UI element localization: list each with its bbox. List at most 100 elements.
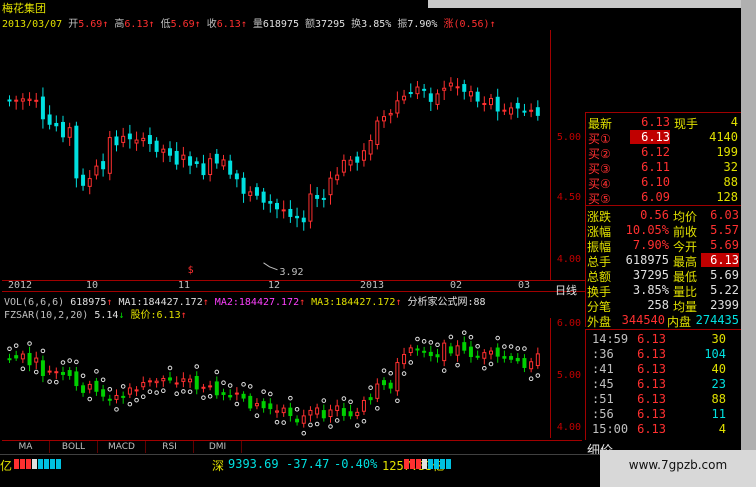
- stats-row: 分笔 258 均量 2399: [585, 298, 741, 314]
- tab-macd[interactable]: MACD: [98, 441, 146, 453]
- watermark: www.7gpzb.com: [600, 450, 756, 487]
- sar-candle-body: [315, 407, 320, 415]
- sar-candle-body: [181, 378, 186, 382]
- tab-boll[interactable]: BOLL: [50, 441, 98, 453]
- market-name: 深: [212, 459, 225, 473]
- sar-dot: [187, 389, 193, 395]
- sar-dot: [221, 380, 226, 385]
- candle-body: [308, 193, 313, 222]
- close-arrow: ↑: [240, 19, 247, 30]
- price-candlestick-chart[interactable]: $ 3.92: [2, 30, 551, 280]
- stat-value: 5.69: [710, 268, 739, 282]
- sar-candle-body: [81, 385, 86, 393]
- high-label: 高: [114, 19, 125, 30]
- sar-candle-body: [515, 357, 520, 362]
- bid-volume: 88: [723, 175, 738, 189]
- low-arrow: ↑: [194, 19, 201, 30]
- candle-body: [54, 122, 59, 127]
- trade-qty: 30: [711, 332, 726, 346]
- sar-dot: [134, 397, 139, 403]
- open-label: 开: [68, 19, 79, 30]
- sar-dot: [227, 383, 233, 388]
- sar-dot: [441, 368, 447, 373]
- inner-value: 274435: [695, 313, 739, 327]
- sar-dot: [247, 384, 253, 389]
- candle-body: [462, 84, 467, 92]
- candle-body: [161, 148, 166, 153]
- stat-value: 5.57: [710, 223, 739, 237]
- sar-candle-body: [234, 392, 239, 395]
- stat-value: 10.05%: [625, 223, 669, 237]
- trade-price: 6.13: [637, 407, 666, 421]
- sar-dot: [274, 419, 280, 425]
- sar-candle-body: [74, 371, 79, 387]
- candle-body: [455, 86, 460, 89]
- candle-body: [515, 102, 520, 109]
- candle-body: [214, 153, 219, 164]
- sar-candle-body: [40, 360, 45, 377]
- candle-body: [402, 95, 407, 101]
- sar-dot: [20, 366, 26, 372]
- sar-dot: [268, 391, 273, 397]
- sar-candle-body: [121, 395, 126, 398]
- sar-candle-body: [167, 377, 172, 381]
- tab-rsi[interactable]: RSI: [146, 441, 194, 453]
- sar-dot: [167, 365, 173, 371]
- change-label: 涨: [443, 19, 454, 30]
- bid-row-4: 买④ 6.10 88: [586, 175, 742, 191]
- inner-label: 内盘: [667, 315, 692, 329]
- stats-row: 振幅 7.90% 今开 5.69: [585, 238, 741, 254]
- sar-candle-body: [388, 382, 393, 389]
- sar-dot: [395, 398, 400, 404]
- candle-body: [27, 98, 32, 101]
- turnover-label: 换: [351, 19, 362, 30]
- sar-candle-body: [522, 358, 527, 368]
- sar-candle-body: [475, 355, 480, 358]
- sar-dot: [74, 359, 79, 365]
- sar-indicator-chart[interactable]: [2, 318, 551, 438]
- candle-body: [368, 140, 373, 155]
- title-gap: [428, 0, 756, 8]
- sar-dot: [361, 418, 367, 424]
- stat-value: 7.90%: [632, 238, 669, 252]
- sar-dot: [33, 369, 39, 375]
- period-selector[interactable]: 日线: [555, 282, 577, 298]
- date-axis-label: 11: [178, 280, 191, 291]
- date-axis: 2012 10 11 12 2013 02 03: [2, 280, 585, 292]
- candle-body: [408, 92, 413, 95]
- candle-body: [181, 154, 186, 160]
- sar-dot: [368, 385, 373, 390]
- sar-axis: 6.00 5.00 4.00: [551, 318, 585, 438]
- candle-body: [442, 87, 447, 91]
- sar-dot: [241, 382, 246, 387]
- candle-body: [448, 82, 453, 87]
- sar-candle-body: [228, 395, 233, 398]
- panel-divider: [585, 205, 741, 206]
- tab-ma[interactable]: MA: [2, 441, 50, 453]
- indicator-tabs: MA BOLL MACD RSI DMI: [2, 440, 582, 453]
- sar-dot: [54, 379, 59, 385]
- sar-dot: [214, 369, 220, 375]
- candle-body: [174, 150, 179, 165]
- stat-value: 6.13: [701, 253, 739, 267]
- candle-body: [60, 121, 65, 138]
- trade-time: :51: [592, 392, 614, 406]
- volume-label: 量: [252, 19, 263, 30]
- sar-candle-body: [248, 395, 253, 409]
- sar-candle-body: [529, 361, 534, 370]
- sar-candle-body: [268, 403, 273, 410]
- latest-row: 最新 6.13 现手 4: [586, 115, 742, 131]
- change-value: (0.56): [453, 19, 490, 30]
- candle-body: [194, 161, 199, 165]
- sar-candle-body: [174, 382, 179, 385]
- candle-body: [74, 125, 79, 179]
- sar-dot: [482, 365, 487, 371]
- candle-body: [87, 178, 92, 187]
- tab-dmi[interactable]: DMI: [194, 441, 242, 453]
- bid-price: 6.12: [641, 145, 670, 159]
- bid-price: 6.10: [641, 175, 670, 189]
- sar-dot: [381, 368, 387, 373]
- trade-qty: 23: [711, 377, 726, 391]
- bid-price: 6.11: [641, 160, 670, 174]
- bid-price: 6.13: [630, 130, 670, 144]
